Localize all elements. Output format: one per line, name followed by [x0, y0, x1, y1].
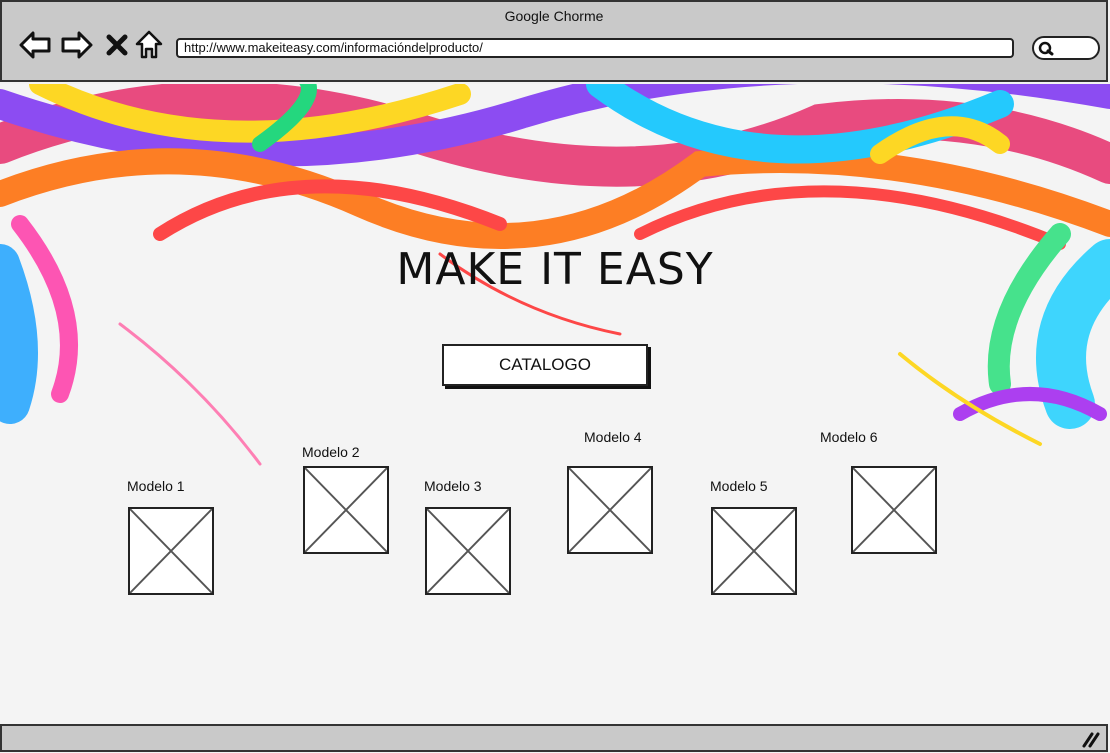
model-image-placeholder[interactable] [711, 507, 797, 595]
paint-splash-background [0, 84, 1110, 466]
model-label: Modelo 4 [584, 429, 642, 445]
window-title: Google Chorme [504, 8, 604, 24]
model-label: Modelo 1 [127, 478, 185, 494]
model-label: Modelo 5 [710, 478, 768, 494]
model-image-placeholder[interactable] [128, 507, 214, 595]
model-image-placeholder[interactable] [303, 466, 389, 554]
page-content: MAKE IT EASY CATALOGO Modelo 1 Modelo 2 … [0, 84, 1110, 724]
browser-toolbar: Google Chorme http://www.makeiteasy.com/… [0, 0, 1108, 82]
model-image-placeholder[interactable] [851, 466, 937, 554]
back-arrow-icon[interactable] [18, 28, 52, 62]
model-image-placeholder[interactable] [425, 507, 511, 595]
close-icon[interactable] [100, 28, 134, 62]
search-field[interactable] [1032, 36, 1100, 60]
address-bar[interactable]: http://www.makeiteasy.com/informacióndel… [176, 38, 1014, 58]
model-image-placeholder[interactable] [567, 466, 653, 554]
page-title: MAKE IT EASY [396, 244, 714, 295]
forward-arrow-icon[interactable] [60, 28, 94, 62]
search-icon [1038, 41, 1054, 56]
catalog-button[interactable]: CATALOGO [442, 344, 648, 386]
resize-grip-icon[interactable] [1080, 730, 1100, 748]
home-icon[interactable] [132, 28, 166, 62]
status-bar [0, 724, 1108, 752]
model-label: Modelo 2 [302, 444, 360, 460]
model-label: Modelo 3 [424, 478, 482, 494]
model-label: Modelo 6 [820, 429, 878, 445]
